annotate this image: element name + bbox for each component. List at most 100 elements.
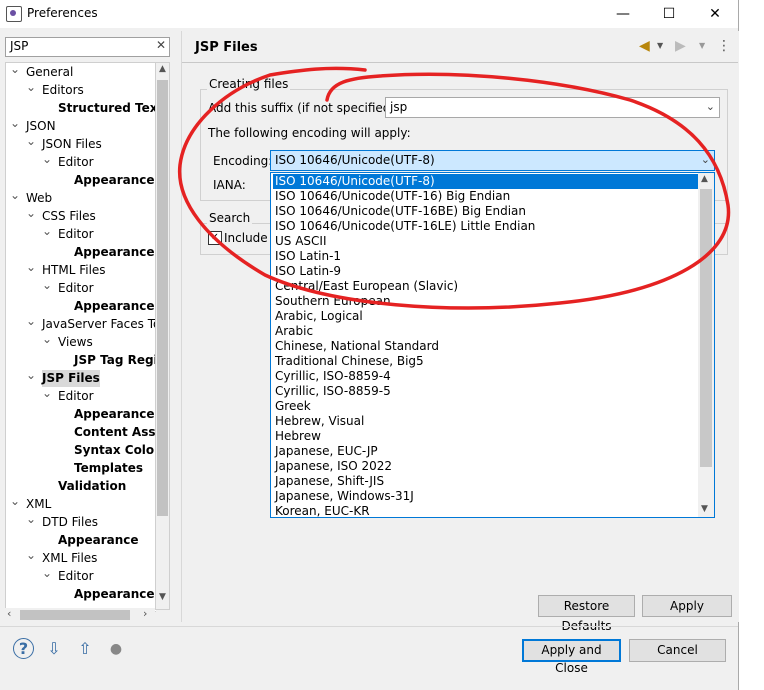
dropdown-scrollbar[interactable]: ▲ ▼ [698,173,714,517]
expand-chevron-icon[interactable]: ⌄ [26,512,36,526]
expand-chevron-icon[interactable]: ⌄ [42,386,52,400]
expand-chevron-icon[interactable]: ⌄ [10,188,20,202]
tree-item[interactable]: Syntax Colorin [74,442,156,459]
encoding-option[interactable]: Cyrillic, ISO-8859-5 [273,384,699,399]
tree-item[interactable]: Appearance [74,586,155,603]
tree-item[interactable]: JavaServer Faces Too [42,316,156,333]
include-checkbox[interactable]: ✓ [208,231,222,245]
encoding-select[interactable]: ISO 10646/Unicode(UTF-8) ⌄ [270,150,715,171]
tree-item[interactable]: Editor [58,568,94,585]
tree-item[interactable]: General [26,64,73,81]
tree-hscroll-thumb[interactable] [20,610,130,620]
expand-chevron-icon[interactable]: ⌄ [10,494,20,508]
encoding-option[interactable]: Southern European [273,294,699,309]
encoding-option[interactable]: ISO 10646/Unicode(UTF-16BE) Big Endian [273,204,699,219]
encoding-option[interactable]: Korean, EUC-KR [273,504,699,517]
tree-item[interactable]: Structured Text [58,100,156,117]
encoding-option[interactable]: Arabic, Logical [273,309,699,324]
encoding-option[interactable]: Traditional Chinese, Big5 [273,354,699,369]
tree-item[interactable]: Appearance [58,532,139,549]
view-menu-icon[interactable]: ⋮ [717,38,731,54]
tree-item[interactable]: Web [26,190,52,207]
encoding-option[interactable]: Chinese, National Standard [273,339,699,354]
scroll-down-icon[interactable]: ▼ [159,592,166,602]
encoding-option[interactable]: Hebrew, Visual [273,414,699,429]
tree-item[interactable]: Appearance [74,298,155,315]
encoding-option[interactable]: Japanese, Shift-JIS [273,474,699,489]
encoding-option[interactable]: Japanese, Windows-31J [273,489,699,504]
encoding-option[interactable]: ISO Latin-9 [273,264,699,279]
expand-chevron-icon[interactable]: ⌄ [26,314,36,328]
encoding-option[interactable]: US ASCII [273,234,699,249]
encoding-option[interactable]: ISO Latin-1 [273,249,699,264]
restore-defaults-button[interactable]: Restore Defaults [538,595,635,633]
tree-item[interactable]: XML Files [42,550,97,567]
expand-chevron-icon[interactable]: ⌄ [26,260,36,274]
tree-item[interactable]: JSON [26,118,56,135]
tree-item[interactable]: DTD Files [42,514,98,531]
tree-item[interactable]: HTML Files [42,262,106,279]
record-icon[interactable]: ● [105,638,127,660]
clear-filter-icon[interactable]: ✕ [156,38,166,52]
scroll-down-icon[interactable]: ▼ [701,504,708,514]
expand-chevron-icon[interactable]: ⌄ [26,206,36,220]
apply-button[interactable]: Apply [642,595,732,617]
tree-item[interactable]: Editor [58,154,94,171]
expand-chevron-icon[interactable]: ⌄ [42,278,52,292]
tree-item[interactable]: JSON Files [42,136,102,153]
scroll-up-icon[interactable]: ▲ [701,174,708,184]
encoding-option[interactable]: Japanese, EUC-JP [273,444,699,459]
tree-item[interactable]: Editor [58,280,94,297]
tree-item[interactable]: Templates [74,460,143,477]
encoding-option[interactable]: Hebrew [273,429,699,444]
filter-input[interactable]: JSP ✕ [5,37,170,57]
tree-item[interactable]: Appearance [74,244,155,261]
help-icon[interactable]: ? [13,638,34,659]
tree-item[interactable]: Views [58,334,93,351]
expand-chevron-icon[interactable]: ⌄ [26,548,36,562]
tree-item[interactable]: Editor [58,226,94,243]
expand-chevron-icon[interactable]: ⌄ [42,566,52,580]
scroll-left-icon[interactable]: ‹ [7,607,11,620]
expand-chevron-icon[interactable]: ⌄ [26,368,36,382]
cancel-button[interactable]: Cancel [629,639,726,662]
expand-chevron-icon[interactable]: ⌄ [10,63,20,76]
back-menu-chevron-icon[interactable]: ▼ [657,41,663,50]
scroll-right-icon[interactable]: › [143,607,147,620]
tree-item[interactable]: XML [26,496,51,513]
encoding-option[interactable]: ISO 10646/Unicode(UTF-8) [273,174,699,189]
encoding-option[interactable]: Cyrillic, ISO-8859-4 [273,369,699,384]
encoding-option[interactable]: Arabic [273,324,699,339]
maximize-button[interactable]: ☐ [646,0,692,28]
export-icon[interactable]: ⇧ [74,638,96,660]
tree-item[interactable]: CSS Files [42,208,96,225]
scroll-up-icon[interactable]: ▲ [159,64,166,74]
apply-and-close-button[interactable]: Apply and Close [522,639,621,675]
tree-item[interactable]: Editors [42,82,84,99]
tree-scroll-thumb[interactable] [157,80,168,516]
expand-chevron-icon[interactable]: ⌄ [26,80,36,94]
tree-item[interactable]: Appearance [74,172,155,189]
encoding-option[interactable]: Japanese, ISO 2022 [273,459,699,474]
expand-chevron-icon[interactable]: ⌄ [42,152,52,166]
encoding-option[interactable]: ISO 10646/Unicode(UTF-16) Big Endian [273,189,699,204]
forward-menu-chevron-icon[interactable]: ▼ [699,41,705,50]
tree-item[interactable]: Appearance [74,406,155,423]
import-icon[interactable]: ⇩ [43,638,65,660]
encoding-option[interactable]: Greek [273,399,699,414]
suffix-select[interactable]: jsp ⌄ [385,97,720,118]
close-button[interactable]: ✕ [692,0,738,28]
forward-icon[interactable]: ▶ [675,38,686,54]
tree-item[interactable]: Editor [58,388,94,405]
expand-chevron-icon[interactable]: ⌄ [10,116,20,130]
dropdown-scroll-thumb[interactable] [700,189,712,467]
tree-item[interactable]: JSP Files [42,370,100,387]
tree-item[interactable]: Validation [58,478,126,495]
minimize-button[interactable]: — [600,0,646,28]
expand-chevron-icon[interactable]: ⌄ [42,332,52,346]
encoding-option[interactable]: Central/East European (Slavic) [273,279,699,294]
back-icon[interactable]: ◀ [639,38,650,54]
expand-chevron-icon[interactable]: ⌄ [42,224,52,238]
encoding-option[interactable]: ISO 10646/Unicode(UTF-16LE) Little Endia… [273,219,699,234]
expand-chevron-icon[interactable]: ⌄ [26,134,36,148]
